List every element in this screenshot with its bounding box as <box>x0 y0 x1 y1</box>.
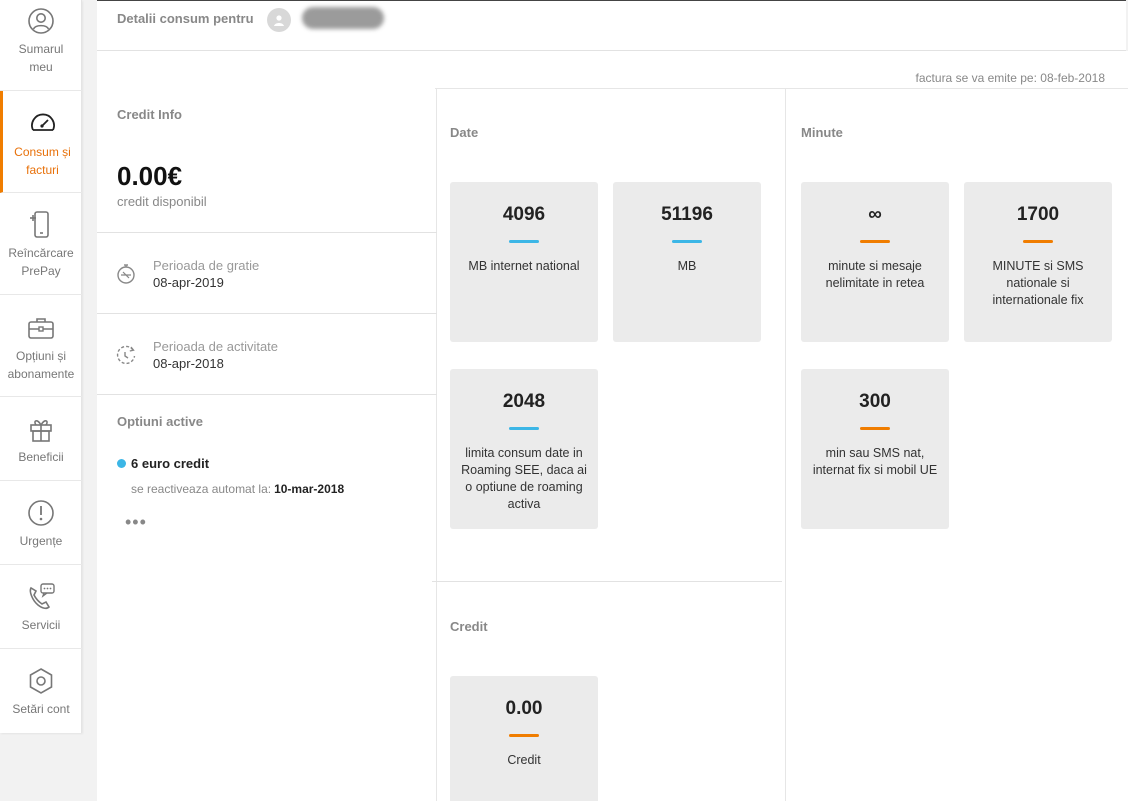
clock-rotate-icon <box>115 344 139 368</box>
active-options-title: Optiuni active <box>117 414 203 429</box>
avatar[interactable] <box>267 8 291 32</box>
page-title: Detalii consum pentru <box>117 11 254 26</box>
usage-value: ∞ <box>868 204 882 225</box>
accent-bar <box>860 427 890 430</box>
sidebar-item-label: Sumarul meu <box>18 42 64 74</box>
sidebar-item-summary[interactable]: Sumarul meu <box>0 0 82 91</box>
usage-description: minute si mesaje nelimitate in retea <box>825 259 925 290</box>
settings-hexagon-icon <box>27 666 55 696</box>
sidebar-item-label: Consum și facturi <box>14 145 71 177</box>
usage-description: min sau SMS nat, internat fix si mobil U… <box>812 446 938 477</box>
usage-tile: 0.00 Credit <box>450 676 598 801</box>
reactivate-note: se reactiveaza automat la: 10-mar-2018 <box>131 482 344 496</box>
active-option-label: 6 euro credit <box>131 456 210 471</box>
usage-description: limita consum date in Roaming SEE, daca … <box>461 446 587 511</box>
sidebar-item-settings[interactable]: Setări cont <box>0 649 82 733</box>
period-value: 08-apr-2019 <box>153 275 224 290</box>
period-value: 08-apr-2018 <box>153 356 224 371</box>
usage-value: 300 <box>859 391 891 412</box>
sidebar-item-label: Urgențe <box>19 534 63 548</box>
usage-tile: 51196 MB <box>613 182 761 342</box>
grace-period: Perioada de gratie 08-apr-2019 <box>97 233 437 313</box>
credit-amount: 0.00€ <box>117 161 183 191</box>
sidebar-item-services[interactable]: Servicii <box>0 565 82 649</box>
page-header: Detalii consum pentru <box>97 0 1126 51</box>
accent-bar <box>860 240 890 243</box>
phone-chat-icon <box>26 582 56 612</box>
accent-bar <box>509 427 539 430</box>
gift-icon <box>27 414 55 444</box>
sidebar-item-label: Servicii <box>21 618 61 632</box>
activity-period: Perioada de activitate 08-apr-2018 <box>97 314 437 394</box>
sidebar: Sumarul meu Consum și facturi Reîncărcar… <box>0 0 82 733</box>
sidebar-item-consumption[interactable]: Consum și facturi <box>0 91 82 193</box>
usage-value: 1700 <box>1016 204 1060 225</box>
data-section-title: Date <box>450 125 479 140</box>
credit-subtitle: credit disponibil <box>117 194 207 209</box>
usage-description: MB internet national <box>468 259 580 273</box>
sidebar-item-label: Beneficii <box>18 450 64 464</box>
accent-bar <box>1023 240 1053 243</box>
usage-value: 51196 <box>661 204 713 225</box>
usage-value: 0.00 <box>505 698 543 719</box>
consumption-details-panel: factura se va emite pe: 08-feb-2018 Cred… <box>97 51 1128 801</box>
sidebar-item-benefits[interactable]: Beneficii <box>0 397 82 481</box>
timer-icon <box>115 263 139 287</box>
status-dot <box>117 459 126 468</box>
credit-info-title: Credit Info <box>117 107 182 122</box>
more-options-button[interactable]: ••• <box>125 513 147 531</box>
divider <box>432 581 782 582</box>
alert-icon <box>27 498 55 528</box>
data-usage-section: Date 4096 MB internet national 51196 MB … <box>432 88 786 801</box>
minutes-usage-section: Minute ∞ minute si mesaje nelimitate in … <box>786 88 1128 801</box>
usage-tile: 1700 MINUTE si SMS nationale si internat… <box>964 182 1112 342</box>
sidebar-item-label: Reîncărcare PrePay <box>8 246 74 278</box>
usage-description: MB <box>677 259 697 273</box>
sidebar-item-emergency[interactable]: Urgențe <box>0 481 82 565</box>
reactivate-date: 10-mar-2018 <box>274 482 345 496</box>
invoice-date-note: factura se va emite pe: 08-feb-2018 <box>915 71 1105 85</box>
usage-tile: 4096 MB internet national <box>450 182 598 342</box>
usage-value: 2048 <box>502 391 546 412</box>
divider <box>97 394 437 395</box>
period-label: Perioada de activitate <box>153 339 279 354</box>
briefcase-icon <box>26 313 56 343</box>
sidebar-item-label: Setări cont <box>12 702 70 716</box>
usage-description: Credit <box>507 753 541 767</box>
sidebar-item-recharge[interactable]: Reîncărcare PrePay <box>0 193 82 295</box>
usage-tile: 2048 limita consum date in Roaming SEE, … <box>450 369 598 529</box>
accent-bar <box>509 734 539 737</box>
phone-recharge-icon <box>27 210 55 240</box>
accent-bar <box>509 240 539 243</box>
usage-description: MINUTE si SMS nationale si international… <box>992 259 1084 307</box>
speedometer-icon <box>29 109 57 139</box>
usage-tile: ∞ minute si mesaje nelimitate in retea <box>801 182 949 342</box>
redacted-user-name <box>302 7 384 29</box>
user-circle-icon <box>27 6 55 36</box>
credit-info-panel: Credit Info 0.00€ credit disponibil Peri… <box>97 88 437 801</box>
usage-tile: 300 min sau SMS nat, internat fix si mob… <box>801 369 949 529</box>
minutes-section-title: Minute <box>801 125 843 140</box>
sidebar-item-options[interactable]: Opțiuni și abonamente <box>0 295 82 397</box>
user-icon <box>274 15 284 26</box>
usage-value: 4096 <box>502 204 546 225</box>
credit-section-title: Credit <box>450 619 488 634</box>
accent-bar <box>672 240 702 243</box>
reactivate-label: se reactiveaza automat la: <box>131 482 272 496</box>
active-option-item: 6 euro credit <box>117 456 209 471</box>
sidebar-item-label: Opțiuni și abonamente <box>7 349 75 381</box>
period-label: Perioada de gratie <box>153 258 260 273</box>
